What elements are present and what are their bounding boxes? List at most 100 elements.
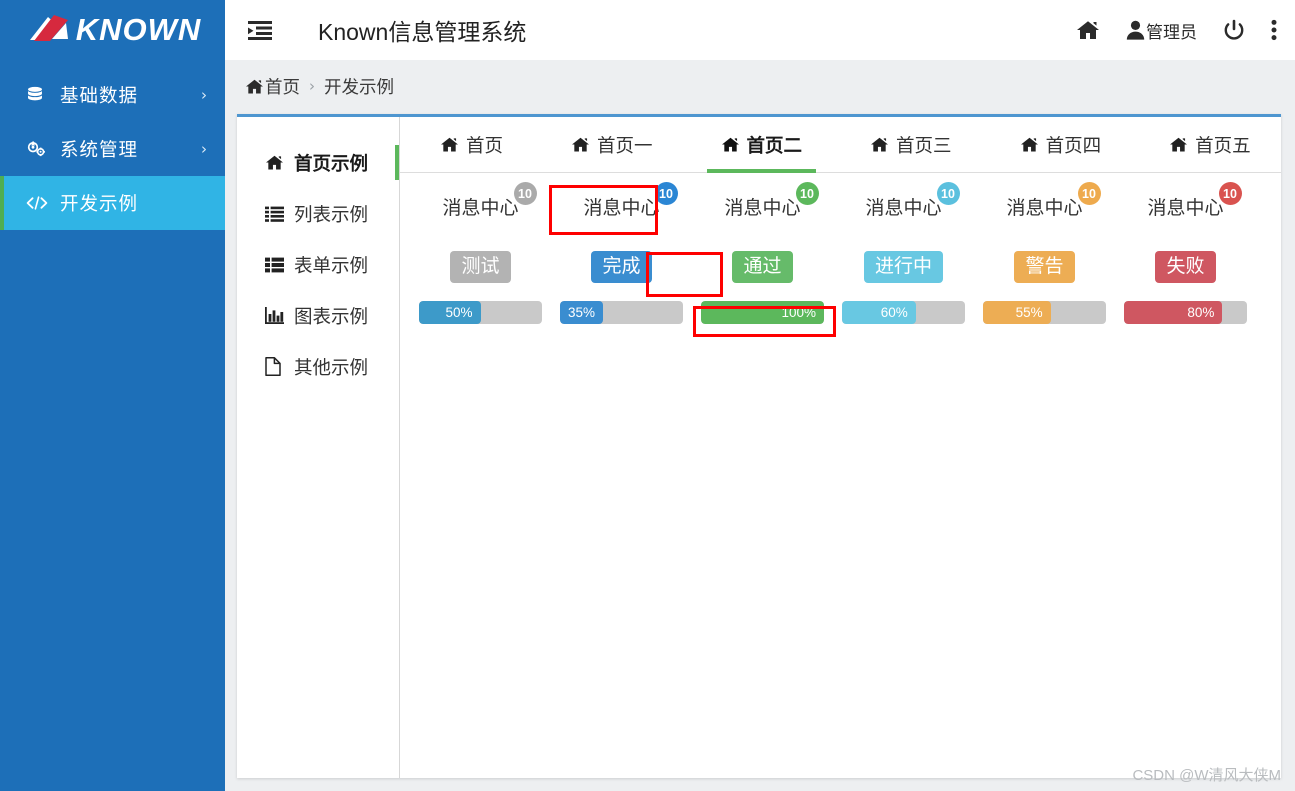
panel-side-menu: 首页示例 列表示例 表单示例 图表示例 其他示例 [237, 117, 400, 778]
message-center-badge[interactable]: 消息中心 10 [997, 182, 1101, 226]
sidebar-nav: 基础数据 › 系统管理 › 开发示例 [0, 68, 225, 230]
file-icon [265, 357, 288, 376]
home-icon [245, 78, 264, 95]
tag-cell: 测试 [410, 251, 551, 283]
tab-home-2[interactable]: 首页二 [699, 117, 825, 173]
database-icon [26, 86, 52, 104]
progress-cell: 100% [692, 300, 833, 324]
chevron-right-icon: › [201, 86, 207, 104]
progress-label: 60% [880, 304, 908, 320]
progress-bar: 80% [1124, 300, 1223, 324]
progress-cell: 60% [833, 300, 974, 324]
progress-bar: 100% [701, 300, 824, 324]
message-center-badge[interactable]: 消息中心 10 [856, 182, 960, 226]
panel-menu-item-form-example[interactable]: 表单示例 [237, 239, 399, 290]
tab-label: 首页 [466, 134, 504, 156]
progress-label: 55% [1015, 304, 1043, 320]
main-panel: 首页示例 列表示例 表单示例 图表示例 其他示例 首页 首页一 首页二 首页三 … [237, 114, 1281, 778]
progress-cell: 80% [1115, 300, 1256, 324]
panel-menu-label: 图表示例 [294, 305, 369, 327]
cogs-icon [26, 140, 52, 158]
badge-label: 消息中心 [1147, 198, 1224, 219]
panel-menu-item-chart-example[interactable]: 图表示例 [237, 290, 399, 341]
progress-cell: 55% [974, 300, 1115, 324]
progress-track: 35% [560, 300, 683, 324]
tag-pass[interactable]: 通过 [732, 251, 793, 283]
tab-home-1[interactable]: 首页一 [549, 117, 675, 172]
tag-cell: 通过 [692, 251, 833, 283]
header-user-button[interactable]: 管理员 [1126, 18, 1197, 43]
header-more-button[interactable] [1271, 19, 1277, 41]
sidebar-item-development-examples[interactable]: 开发示例 [0, 176, 225, 230]
tag-cell: 失败 [1115, 251, 1256, 283]
badge-cell: 消息中心 10 [692, 182, 833, 226]
tag-complete[interactable]: 完成 [591, 251, 652, 283]
message-center-badge[interactable]: 消息中心 10 [574, 182, 678, 226]
header-logout-button[interactable] [1223, 19, 1245, 42]
sidebar-item-system-management[interactable]: 系统管理 › [0, 122, 225, 176]
header-user-name: 管理员 [1146, 22, 1197, 42]
home-icon [870, 136, 889, 153]
header-actions: 管理员 [1076, 18, 1295, 43]
tag-warning[interactable]: 警告 [1014, 251, 1075, 283]
tag-label: 进行中 [874, 256, 932, 278]
tab-home[interactable]: 首页 [418, 117, 525, 172]
tab-label: 首页三 [896, 134, 952, 156]
message-center-badge[interactable]: 消息中心 10 [715, 182, 819, 226]
panel-menu-item-home-example[interactable]: 首页示例 [237, 137, 399, 188]
tag-failed[interactable]: 失败 [1155, 251, 1216, 283]
th-list-icon [265, 257, 288, 273]
badge-count: 10 [1218, 182, 1242, 205]
tab-label: 首页二 [746, 134, 803, 156]
sidebar-item-label: 开发示例 [60, 193, 139, 214]
sidebar-item-basic-data[interactable]: 基础数据 › [0, 68, 225, 122]
breadcrumb-current: 开发示例 [324, 76, 394, 97]
chevron-right-icon: › [201, 140, 207, 158]
code-icon [26, 195, 52, 211]
badge-cell: 消息中心 10 [1115, 182, 1256, 226]
tab-label: 首页一 [597, 134, 653, 156]
tab-label: 首页四 [1045, 134, 1102, 156]
message-center-badge[interactable]: 消息中心 10 [1138, 182, 1242, 226]
progress-label: 80% [1187, 304, 1215, 320]
progress-label: 50% [445, 304, 473, 320]
tag-test[interactable]: 测试 [450, 251, 511, 283]
badge-label: 消息中心 [724, 198, 801, 219]
header-home-button[interactable] [1076, 19, 1100, 41]
top-header: Known信息管理系统 管理员 [225, 0, 1295, 60]
progress-bar: 55% [983, 300, 1051, 324]
message-center-badge[interactable]: 消息中心 10 [433, 182, 537, 226]
brand-logo[interactable]: KNOWN [0, 0, 225, 60]
home-icon [1020, 136, 1039, 153]
panel-menu-item-other-example[interactable]: 其他示例 [237, 341, 399, 392]
badge-cell: 消息中心 10 [410, 182, 551, 226]
breadcrumb: 首页 › 开发示例 [225, 60, 1295, 112]
badge-cell: 消息中心 10 [833, 182, 974, 226]
page-title: Known信息管理系统 [318, 19, 527, 45]
sidebar-item-label: 基础数据 [60, 85, 139, 106]
tab-bar: 首页 首页一 首页二 首页三 首页四 首页五 [400, 117, 1281, 173]
breadcrumb-home-link[interactable]: 首页 [265, 74, 300, 99]
progress-track: 55% [983, 300, 1106, 324]
badge-label: 消息中心 [865, 198, 942, 219]
tab-home-3[interactable]: 首页三 [848, 117, 974, 172]
tag-in-progress[interactable]: 进行中 [863, 251, 943, 283]
sidebar-item-label: 系统管理 [60, 139, 139, 160]
panel-menu-label: 表单示例 [294, 254, 369, 276]
left-sidebar: KNOWN 基础数据 › 系统管理 › 开发示例 [0, 0, 225, 791]
progress-cell: 50% [410, 300, 551, 324]
tag-label: 失败 [1166, 256, 1205, 278]
tab-home-5[interactable]: 首页五 [1147, 117, 1273, 172]
hamburger-indent-icon[interactable] [247, 18, 273, 42]
panel-menu-item-list-example[interactable]: 列表示例 [237, 188, 399, 239]
tag-label: 通过 [743, 256, 782, 278]
badge-row: 消息中心 10 消息中心 10 消息中心 10 消息中心 10 消息中心 10 … [400, 182, 1281, 243]
badge-count: 10 [513, 182, 537, 205]
tab-home-4[interactable]: 首页四 [998, 117, 1124, 172]
progress-row: 50% 35% 100% 60% 55% 80% [400, 291, 1281, 333]
tag-row: 测试 完成 通过 进行中 警告 失败 [400, 243, 1281, 291]
tag-cell: 完成 [551, 251, 692, 283]
home-icon [440, 136, 459, 153]
progress-bar: 50% [419, 300, 481, 324]
progress-label: 100% [781, 304, 816, 320]
